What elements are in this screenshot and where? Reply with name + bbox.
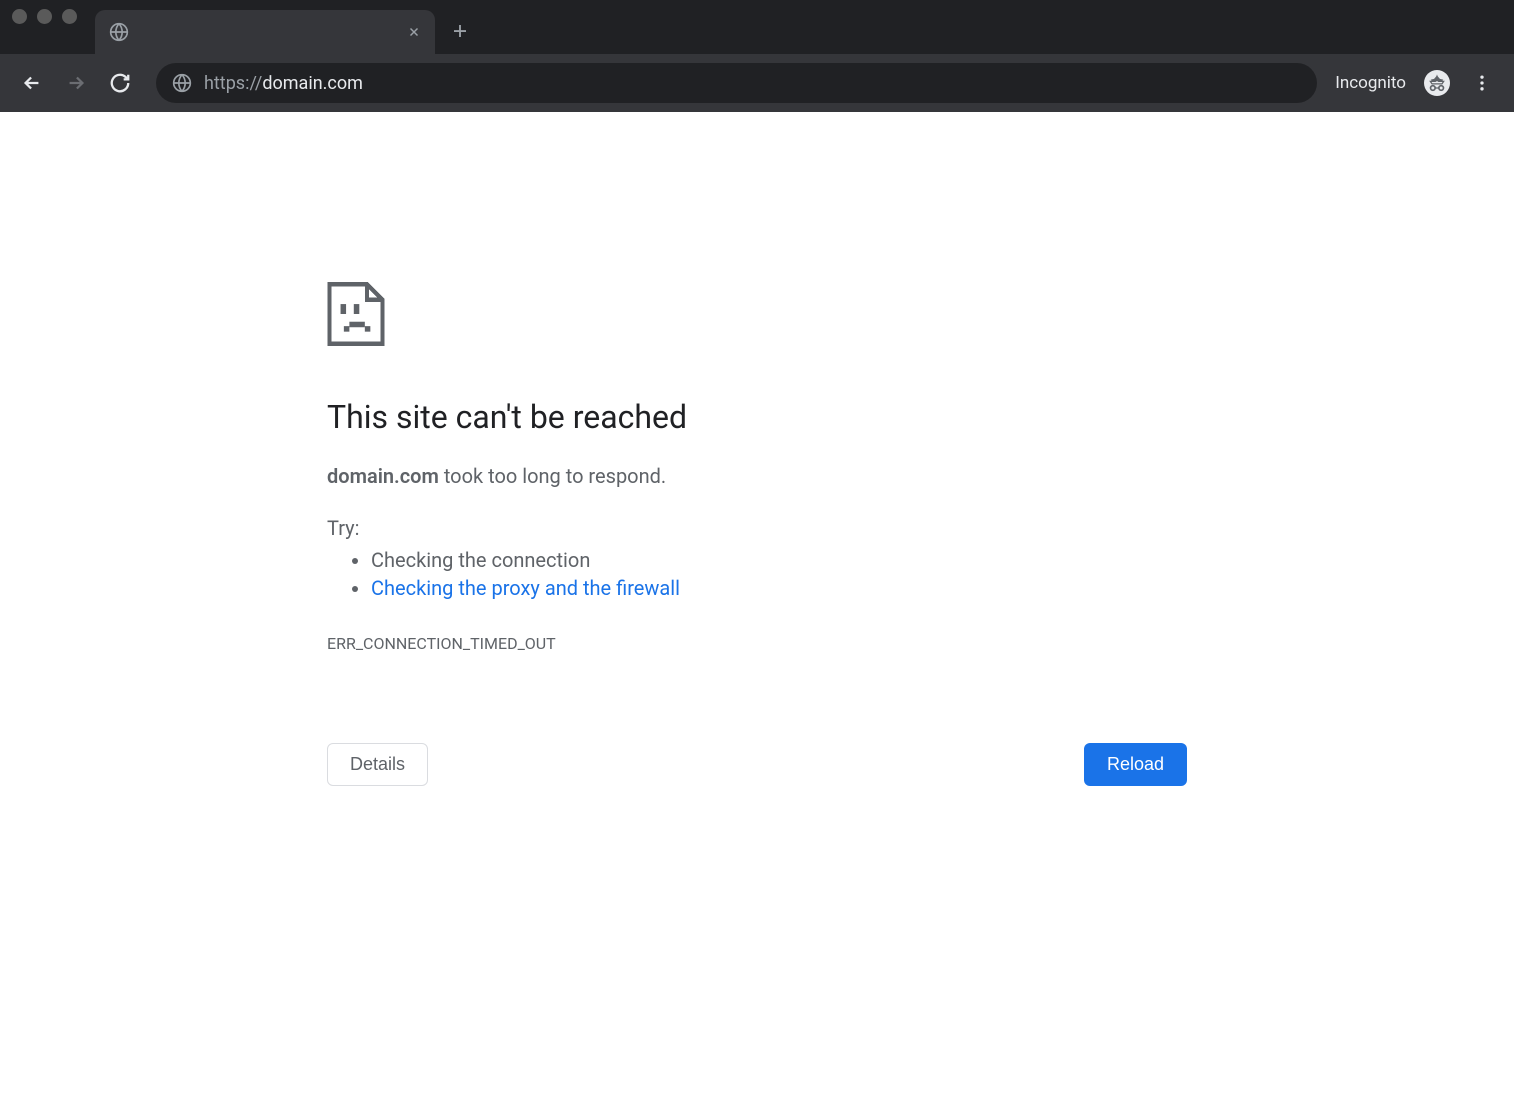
suggestion-proxy-link[interactable]: Checking the proxy and the firewall <box>371 576 680 600</box>
url-scheme: https:// <box>204 73 262 94</box>
suggestion-list: Checking the connection Checking the pro… <box>327 548 1187 600</box>
url-text: https://domain.com <box>204 73 363 94</box>
browser-menu-button[interactable] <box>1464 65 1500 101</box>
incognito-label: Incognito <box>1335 73 1406 93</box>
error-container: This site can't be reached domain.com to… <box>327 282 1187 1117</box>
page-content: This site can't be reached domain.com to… <box>0 112 1514 1117</box>
close-tab-icon[interactable] <box>407 25 421 39</box>
error-code: ERR_CONNECTION_TIMED_OUT <box>327 634 1187 653</box>
window-maximize-dot[interactable] <box>62 9 77 24</box>
error-host: domain.com <box>327 464 439 488</box>
error-title: This site can't be reached <box>327 398 1187 436</box>
site-info-icon[interactable] <box>172 73 192 93</box>
back-button[interactable] <box>14 65 50 101</box>
reload-nav-button[interactable] <box>102 65 138 101</box>
error-message: domain.com took too long to respond. <box>327 464 1187 488</box>
globe-icon <box>109 22 129 42</box>
sad-page-icon <box>327 282 1187 350</box>
window-close-dot[interactable] <box>12 9 27 24</box>
suggestion-item: Checking the proxy and the firewall <box>371 576 1187 600</box>
suggestion-check-connection: Checking the connection <box>371 548 590 572</box>
incognito-icon[interactable] <box>1424 70 1450 96</box>
address-bar[interactable]: https://domain.com <box>156 63 1317 103</box>
button-row: Details Reload <box>327 743 1187 786</box>
browser-toolbar: https://domain.com Incognito <box>0 54 1514 112</box>
window-minimize-dot[interactable] <box>37 9 52 24</box>
suggestion-item: Checking the connection <box>371 548 1187 572</box>
forward-button[interactable] <box>58 65 94 101</box>
try-label: Try: <box>327 516 1187 540</box>
details-button[interactable]: Details <box>327 743 428 786</box>
reload-button[interactable]: Reload <box>1084 743 1187 786</box>
new-tab-button[interactable] <box>443 14 477 48</box>
window-controls <box>12 0 95 54</box>
error-host-suffix: took too long to respond. <box>439 464 666 488</box>
url-host: domain.com <box>262 73 363 94</box>
tab-strip <box>0 0 1514 54</box>
browser-tab[interactable] <box>95 10 435 54</box>
